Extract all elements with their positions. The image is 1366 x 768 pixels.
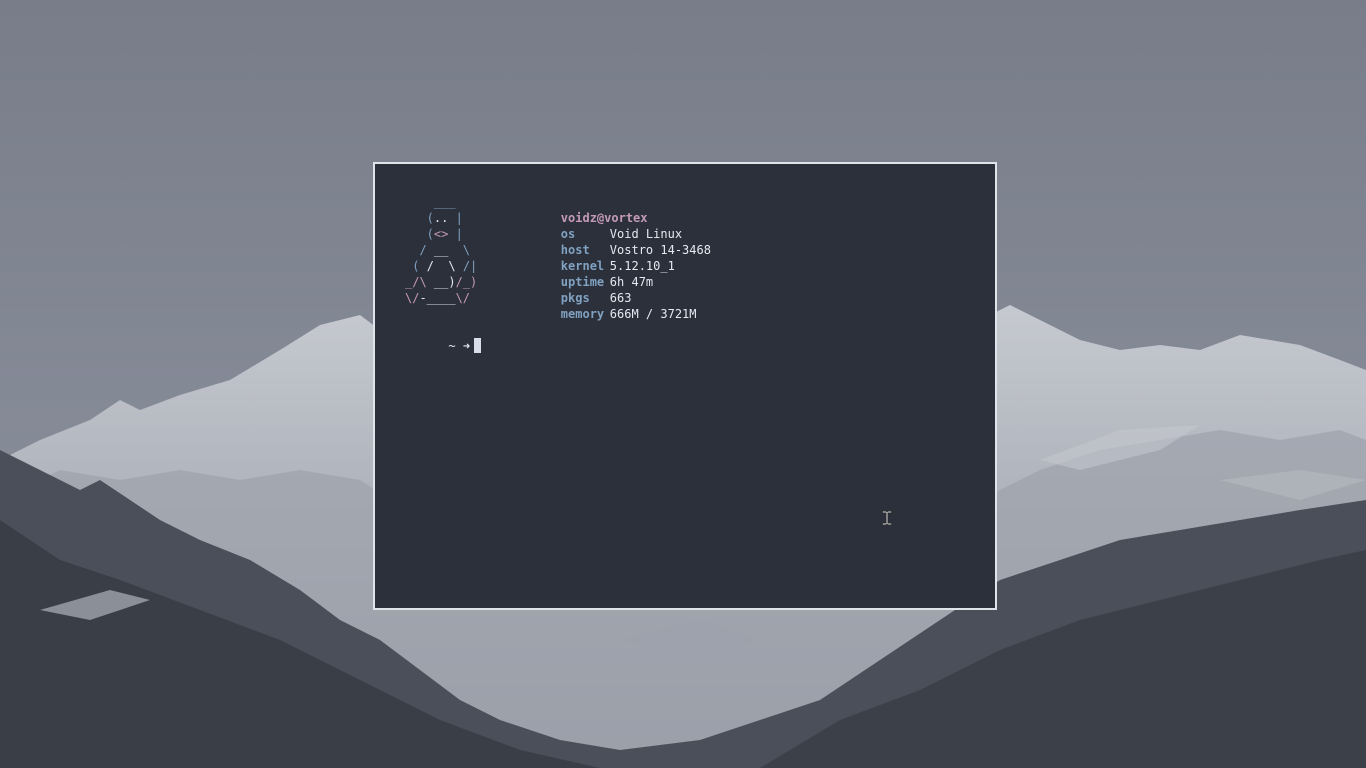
logo-segment: /| [455,259,478,273]
logo-segment: ( [405,259,427,273]
info-value: Vostro 14-3468 [609,243,711,257]
info-key: kernel [560,259,605,273]
shell-prompt[interactable]: ~ ➜ [405,322,482,353]
info-value: 666M / 3721M [609,307,697,321]
info-key: uptime [560,275,605,289]
void-linux-ascii-logo: ___ (.. | (<> | / __ \ ( / \ /| _/\ __)/… [405,194,477,306]
logo-segment: __ [433,243,449,257]
logo-segment: <> [433,227,449,241]
logo-segment: -____ [419,291,456,305]
logo-line: _/\ __)/_) [405,275,477,289]
text-cursor [474,338,482,353]
logo-segment: \/ [455,291,471,305]
logo-line: / __ \ [405,243,470,257]
logo-segment: / \ [426,259,456,273]
logo-segment: _/\ [405,275,427,289]
info-key: host [560,243,590,257]
info-key: memory [560,307,605,321]
prompt-arrow-icon: ➜ [462,339,471,353]
logo-segment: ___ [405,195,456,209]
system-info: voidz@vortex os Void Linux host Vostro 14-… [503,194,803,321]
logo-segment: \ [448,243,471,257]
logo-segment: __) [426,275,456,289]
user-host-label: voidz@vortex [560,211,648,225]
info-value: 663 [609,291,632,305]
terminal-window[interactable]: ___ (.. | (<> | / __ \ ( / \ /| _/\ __)/… [373,162,997,610]
info-key: os [560,227,576,241]
logo-segment: \/ [405,291,420,305]
logo-segment: /_) [455,275,478,289]
logo-line: ___ [405,195,456,209]
logo-line: (<> | [405,227,463,241]
logo-segment: / [405,243,434,257]
logo-segment: ( [405,227,434,241]
logo-line: (.. | [405,211,463,225]
info-value: Void Linux [609,227,683,241]
logo-segment: | [448,227,463,241]
info-key: pkgs [560,291,590,305]
info-value: 6h 47m [609,275,654,289]
logo-segment: .. [433,211,449,225]
prompt-directory: ~ [448,339,456,353]
text-ibeam-cursor-icon [882,511,892,525]
logo-segment: | [448,211,463,225]
logo-segment: ( [405,211,434,225]
info-value: 5.12.10_1 [609,259,675,273]
logo-line: \/-____\/ [405,291,470,305]
logo-line: ( / \ /| [405,259,477,273]
